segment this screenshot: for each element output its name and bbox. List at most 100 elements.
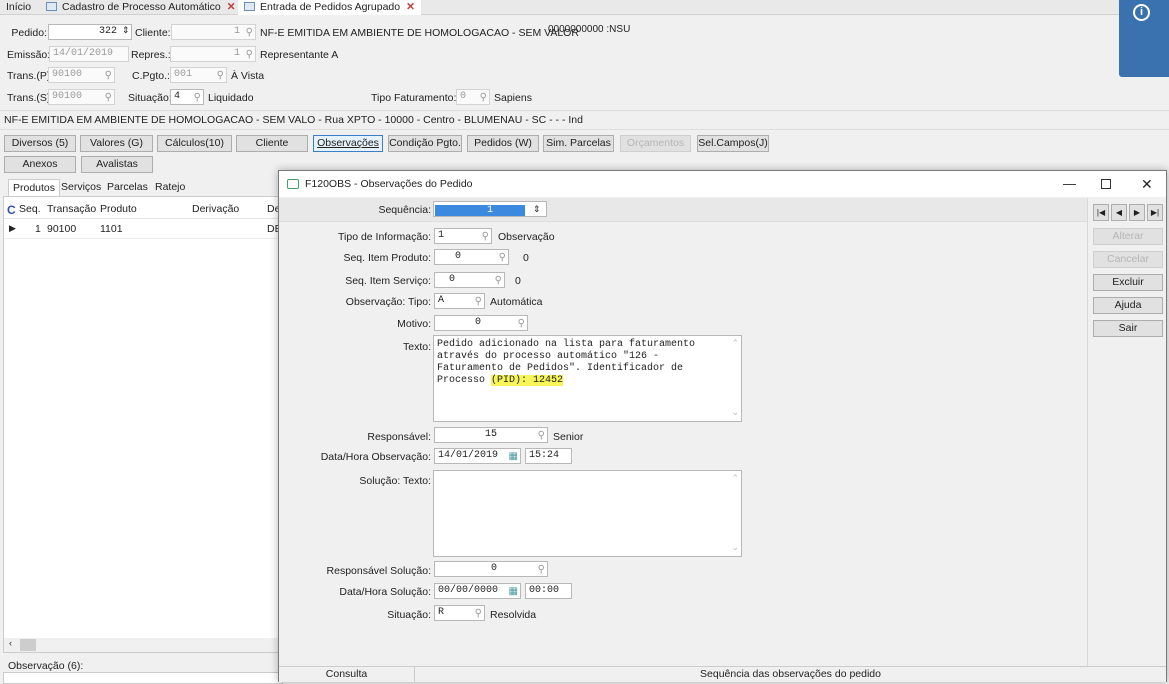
situacao-input[interactable]: 4 ⚲ bbox=[170, 89, 204, 105]
search-icon[interactable]: ⚲ bbox=[499, 251, 506, 264]
col-seq[interactable]: Seq. bbox=[19, 203, 41, 215]
search-icon[interactable]: ⚲ bbox=[482, 230, 489, 243]
orcamentos-button[interactable]: Orçamentos bbox=[620, 135, 691, 152]
excluir-button[interactable]: Excluir bbox=[1093, 274, 1163, 291]
search-icon[interactable]: ⚲ bbox=[495, 274, 502, 287]
search-icon[interactable]: ⚲ bbox=[538, 563, 545, 576]
search-icon[interactable]: ⚲ bbox=[105, 69, 112, 82]
cliente-value: 1 bbox=[233, 26, 240, 37]
minimize-icon[interactable]: — bbox=[1063, 171, 1076, 197]
situacao-sol-input[interactable]: R ⚲ bbox=[434, 605, 485, 621]
scroll-down-icon[interactable]: ⌄ bbox=[731, 542, 739, 554]
scroll-down-icon[interactable]: ⌄ bbox=[731, 407, 739, 419]
motivo-input[interactable]: 0 ⚲ bbox=[434, 315, 528, 331]
tab-cadastro-processo[interactable]: Cadastro de Processo Automático ✕ bbox=[40, 0, 242, 15]
repres-input[interactable]: 1 ⚲ bbox=[170, 46, 256, 62]
last-record-icon[interactable]: ▶| bbox=[1147, 204, 1163, 221]
scroll-up-icon[interactable]: ⌃ bbox=[731, 473, 739, 485]
seq-prod-desc: 0 bbox=[523, 252, 529, 264]
condicao-pgto-button[interactable]: Condição Pgto. bbox=[388, 135, 462, 152]
search-icon[interactable]: ⚲ bbox=[538, 429, 545, 442]
pedidos-button[interactable]: Pedidos (W) bbox=[467, 135, 539, 152]
observacoes-button[interactable]: Observações bbox=[313, 135, 383, 152]
col-produto[interactable]: Produto bbox=[100, 203, 137, 215]
cliente-button[interactable]: Cliente bbox=[236, 135, 308, 152]
observacao-field[interactable] bbox=[3, 672, 283, 684]
cliente-input[interactable]: 1 ⚲ bbox=[171, 24, 256, 40]
subtab-produtos[interactable]: Produtos bbox=[8, 179, 61, 196]
search-icon[interactable]: ⚲ bbox=[475, 295, 482, 308]
close-icon[interactable]: ✕ bbox=[1141, 171, 1153, 197]
sim-parcelas-button[interactable]: Sim. Parcelas bbox=[543, 135, 614, 152]
subtab-ratejo[interactable]: Ratejo bbox=[155, 179, 185, 195]
texto-value: Pedido adicionado na lista para faturame… bbox=[437, 339, 696, 386]
calculos-button[interactable]: Cálculos(10) bbox=[157, 135, 232, 152]
info-icon[interactable]: i bbox=[1133, 4, 1150, 21]
search-icon[interactable]: ⚲ bbox=[246, 26, 253, 39]
scroll-left-icon[interactable]: ‹ bbox=[9, 638, 12, 648]
search-icon[interactable]: ⚲ bbox=[194, 91, 201, 104]
texto-highlight: (PID): 12452 bbox=[491, 375, 564, 386]
alterar-button[interactable]: Alterar bbox=[1093, 228, 1163, 245]
search-icon[interactable]: ⚲ bbox=[217, 69, 224, 82]
col-transacao[interactable]: Transação bbox=[47, 203, 96, 215]
horizontal-scrollbar[interactable]: ‹ bbox=[4, 638, 284, 652]
repres-label: Repres.: bbox=[131, 49, 171, 61]
transp-input[interactable]: 90100 ⚲ bbox=[48, 67, 115, 83]
table-row[interactable]: ▶ 1 90100 1101 DE bbox=[4, 223, 284, 239]
column-config-icon[interactable]: C bbox=[7, 203, 16, 217]
scroll-thumb[interactable] bbox=[20, 639, 36, 651]
texto-textarea[interactable]: Pedido adicionado na lista para faturame… bbox=[433, 335, 742, 422]
search-icon[interactable]: ⚲ bbox=[246, 48, 253, 61]
valores-button[interactable]: Valores (G) bbox=[80, 135, 153, 152]
seq-serv-input[interactable]: 0 ⚲ bbox=[434, 272, 505, 288]
sair-button[interactable]: Sair bbox=[1093, 320, 1163, 337]
resp-sol-input[interactable]: 0 ⚲ bbox=[434, 561, 548, 577]
tab-inicio[interactable]: Início bbox=[0, 0, 37, 15]
cancelar-button[interactable]: Cancelar bbox=[1093, 251, 1163, 268]
search-icon[interactable]: ⚲ bbox=[480, 91, 487, 104]
calendar-icon[interactable]: ▦ bbox=[509, 585, 518, 598]
obs-tipo-input[interactable]: A ⚲ bbox=[434, 293, 485, 309]
tipofat-input[interactable]: 0 ⚲ bbox=[456, 89, 490, 105]
info-panel[interactable]: i bbox=[1119, 0, 1169, 77]
hora-obs-input[interactable]: 15:24 bbox=[525, 448, 572, 464]
search-icon[interactable]: ⚲ bbox=[475, 607, 482, 620]
first-record-icon[interactable]: |◀ bbox=[1093, 204, 1109, 221]
sel-campos-button[interactable]: Sel.Campos(J) bbox=[697, 135, 769, 152]
datahora-sol-label: Data/Hora Solução: bbox=[339, 586, 431, 598]
data-obs-input[interactable]: 14/01/2019 ▦ bbox=[434, 448, 521, 464]
calendar-icon[interactable]: ▦ bbox=[509, 450, 518, 463]
hora-sol-input[interactable]: 00:00 bbox=[525, 583, 572, 599]
sequencia-select[interactable]: 1 ⇕ bbox=[433, 201, 547, 217]
cpgto-input[interactable]: 001 ⚲ bbox=[170, 67, 227, 83]
solucao-textarea[interactable]: ⌃ ⌄ bbox=[433, 470, 742, 557]
cliente-name: NF-E EMITIDA EM AMBIENTE DE HOMOLOGACAO … bbox=[260, 27, 579, 39]
tab-entrada-pedidos[interactable]: Entrada de Pedidos Agrupado ✕ bbox=[238, 0, 421, 15]
maximize-icon[interactable] bbox=[1101, 179, 1111, 189]
diversos-button[interactable]: Diversos (5) bbox=[4, 135, 76, 152]
responsavel-input[interactable]: 15 ⚲ bbox=[434, 427, 548, 443]
anexos-button[interactable]: Anexos bbox=[4, 156, 76, 173]
subtab-parcelas[interactable]: Parcelas bbox=[107, 179, 148, 195]
subtab-servicos[interactable]: Serviços bbox=[61, 179, 101, 195]
close-icon[interactable]: ✕ bbox=[406, 1, 415, 13]
close-icon[interactable]: ✕ bbox=[227, 1, 236, 13]
tab-bar: Início Cadastro de Processo Automático ✕ … bbox=[0, 0, 1169, 15]
emissao-input[interactable]: 14/01/2019 bbox=[49, 46, 129, 62]
ajuda-button[interactable]: Ajuda bbox=[1093, 297, 1163, 314]
spinner-icon[interactable]: ⇕ bbox=[533, 205, 541, 215]
pedido-input[interactable]: 322 bbox=[48, 24, 132, 40]
avalistas-button[interactable]: Avalistas bbox=[81, 156, 153, 173]
transs-input[interactable]: 90100 ⚲ bbox=[48, 89, 115, 105]
data-sol-input[interactable]: 00/00/0000 ▦ bbox=[434, 583, 521, 599]
seq-prod-input[interactable]: 0 ⚲ bbox=[434, 249, 509, 265]
previous-record-icon[interactable]: ◀ bbox=[1111, 204, 1127, 221]
search-icon[interactable]: ⚲ bbox=[518, 317, 525, 330]
next-record-icon[interactable]: ▶ bbox=[1129, 204, 1145, 221]
scroll-up-icon[interactable]: ⌃ bbox=[731, 338, 739, 350]
col-derivacao[interactable]: Derivação bbox=[192, 203, 239, 215]
spinner-icon[interactable]: ⇕ bbox=[122, 25, 130, 36]
search-icon[interactable]: ⚲ bbox=[105, 91, 112, 104]
tipo-info-input[interactable]: 1 ⚲ bbox=[434, 228, 492, 244]
